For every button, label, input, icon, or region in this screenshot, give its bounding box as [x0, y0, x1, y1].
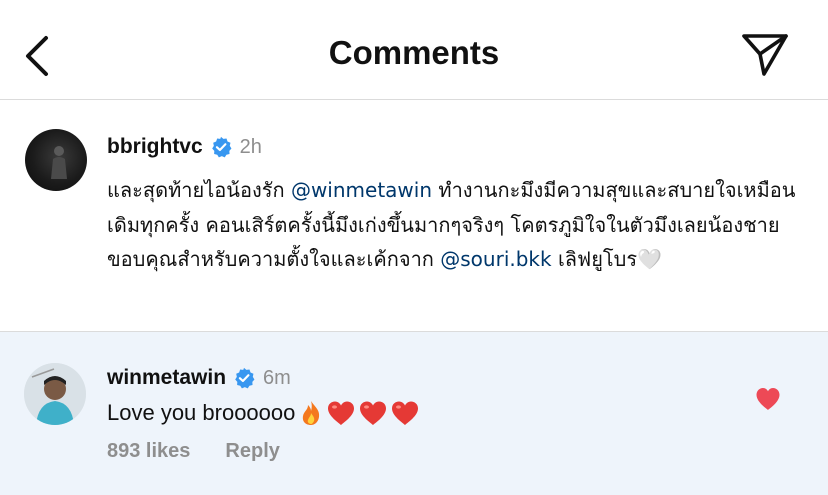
caption-text: และสุดท้ายไอน้องรัก @winmetawin ทำงานกะม… [107, 173, 807, 277]
heart-filled-icon [756, 388, 780, 410]
comment-username[interactable]: winmetawin [107, 366, 226, 390]
avatar[interactable] [24, 363, 86, 425]
post-time: 2h [239, 135, 262, 158]
likes-count[interactable]: 893 likes [107, 440, 190, 463]
comment-emojis [297, 399, 421, 427]
mention-link[interactable]: @winmetawin [291, 178, 432, 202]
comment-item: winmetawin 6m Love you broooooo 893 like… [0, 332, 828, 495]
white-heart-emoji: 🤍 [637, 247, 663, 271]
comment-header: winmetawin 6m [107, 366, 291, 390]
comment-meta: 893 likes Reply [107, 440, 280, 463]
person-photo-icon [24, 363, 86, 425]
fire-emoji-icon [303, 401, 320, 425]
comment-time: 6m [263, 366, 291, 389]
red-heart-emoji-icon [328, 401, 355, 425]
page-title: Comments [328, 34, 500, 71]
verified-badge-icon [235, 367, 255, 389]
mention-link[interactable]: @souri.bkk [440, 247, 551, 271]
reply-button[interactable]: Reply [225, 440, 279, 463]
paper-plane-icon [742, 34, 788, 76]
post-caption: bbrightvc 2h และสุดท้ายไอน้องรัก @winmet… [0, 100, 828, 332]
header: Comments [0, 0, 828, 100]
person-silhouette-icon [51, 146, 67, 179]
post-header: bbrightvc 2h [107, 135, 262, 159]
red-heart-emoji-icon [360, 401, 387, 425]
comment-text: Love you broooooo [107, 399, 421, 427]
caption-text-part: และสุดท้ายไอน้องรัก [107, 178, 291, 202]
red-heart-emoji-icon [392, 401, 419, 425]
caption-text-part: เลิฟยูโบร [551, 247, 638, 271]
post-username[interactable]: bbrightvc [107, 135, 203, 159]
verified-badge-icon [211, 136, 232, 158]
like-button[interactable] [754, 386, 782, 412]
share-button[interactable] [740, 30, 790, 78]
comment-body: Love you broooooo [107, 400, 296, 425]
avatar[interactable] [25, 129, 87, 191]
